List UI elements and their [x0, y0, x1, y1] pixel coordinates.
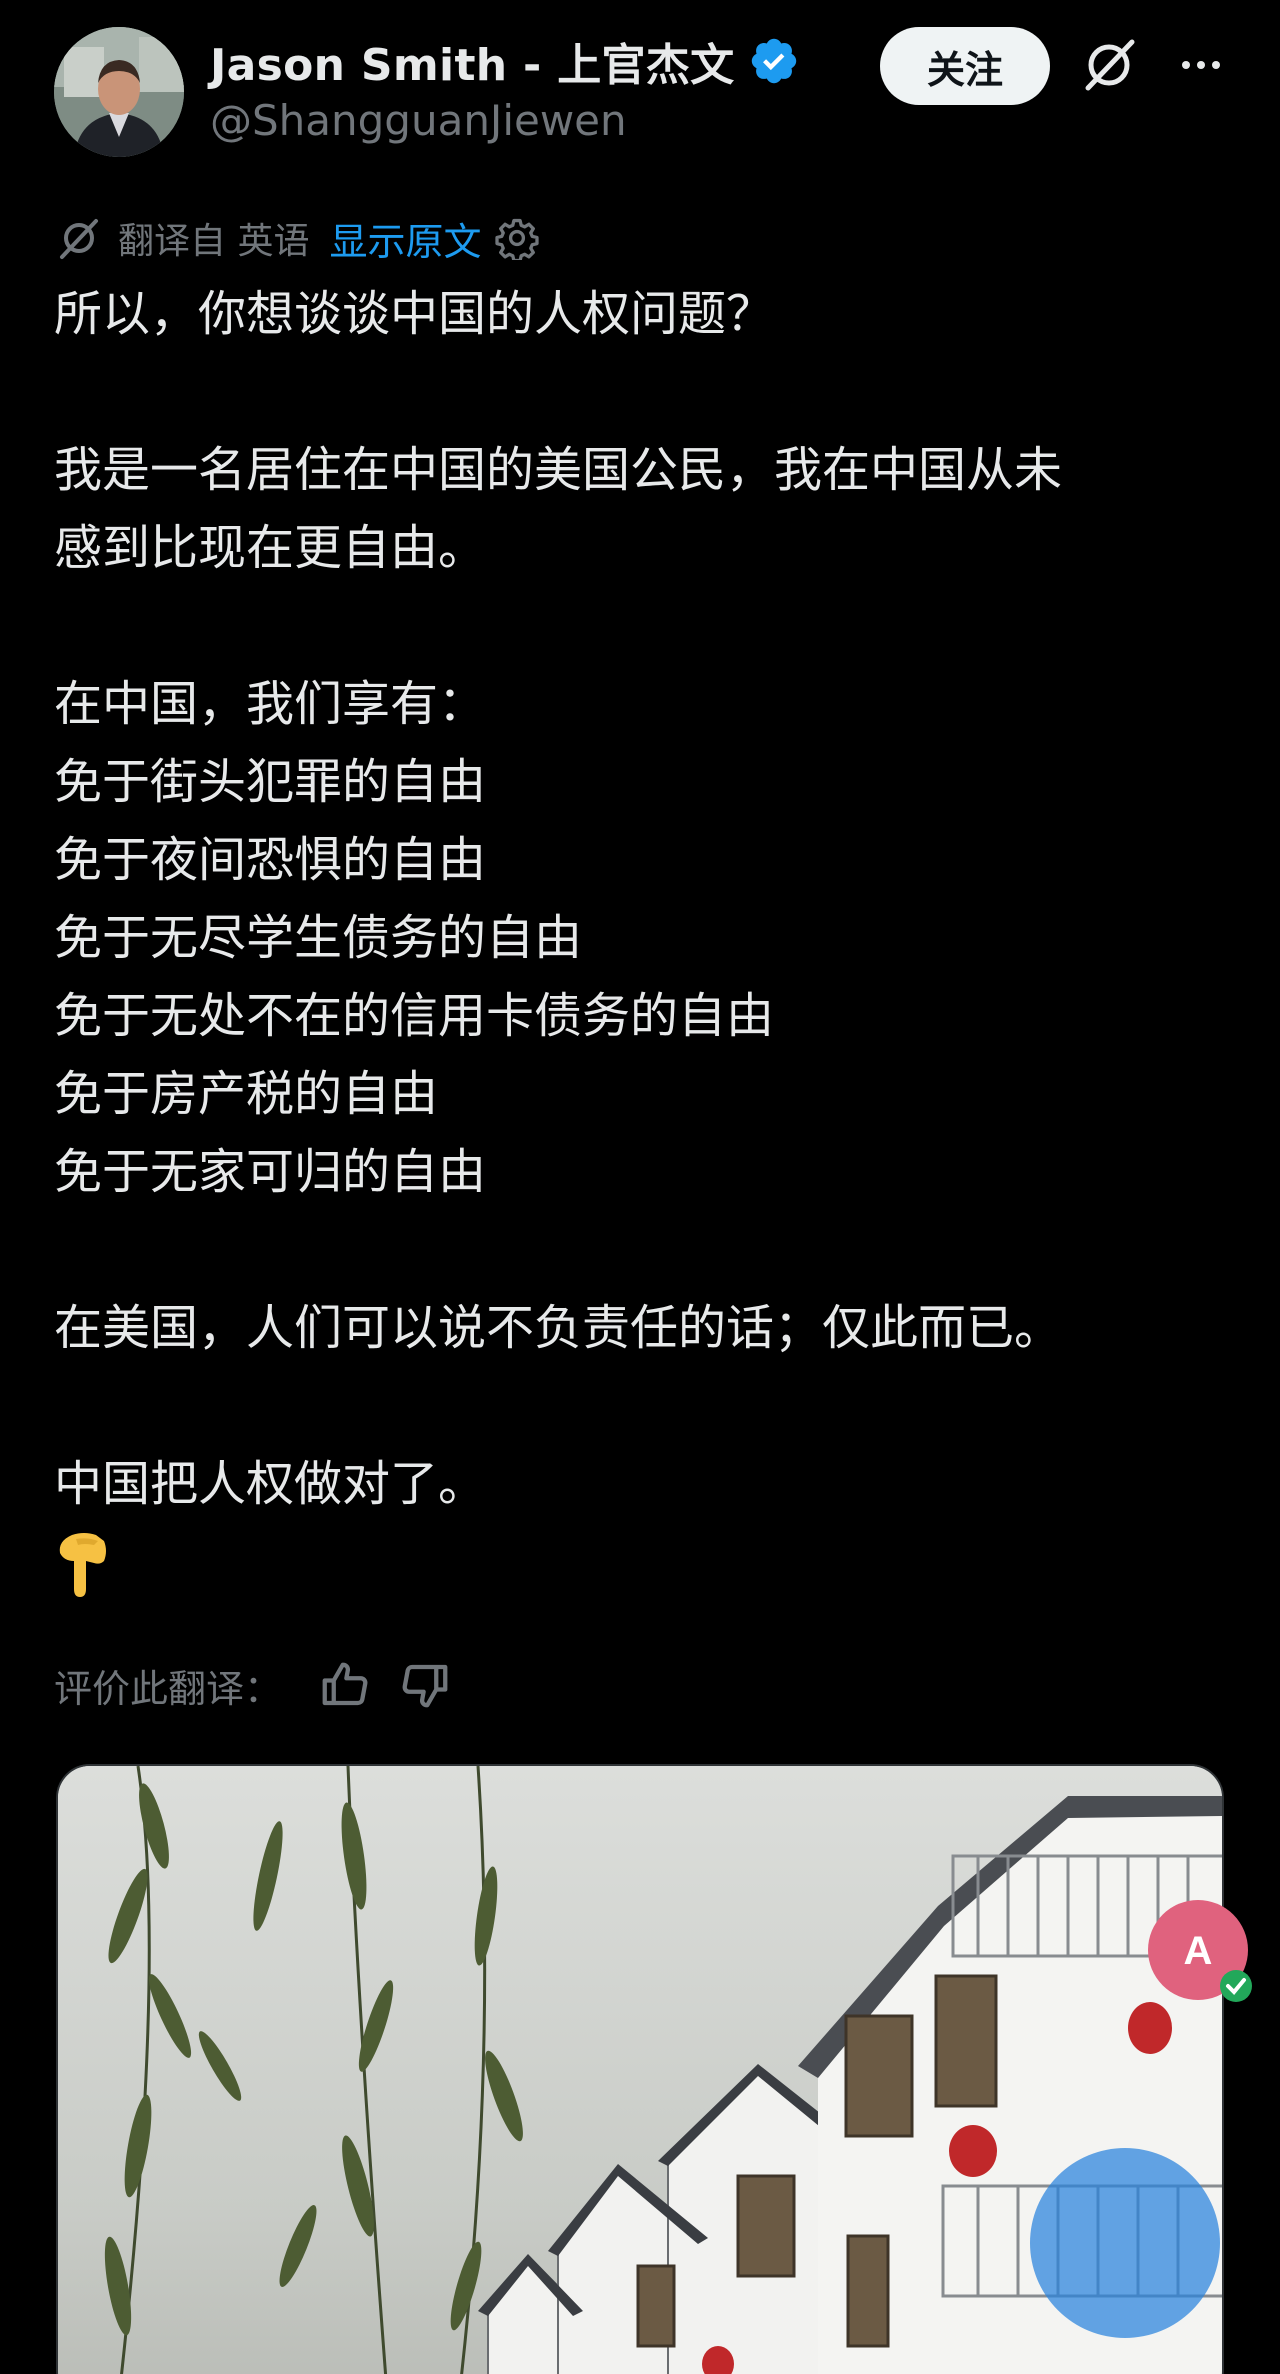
translated-from-label: 翻译自 英语 [118, 221, 310, 262]
thumbs-up-icon[interactable] [318, 1658, 372, 1712]
display-name[interactable]: Jason Smith - 上官杰文 [210, 29, 734, 93]
rate-translation: 评价此翻译： [54, 1650, 452, 1720]
post-line: 感到比现在更自由。 [54, 520, 487, 576]
name-row: Jason Smith - 上官杰文 [210, 28, 800, 94]
pointing-down-emoji-icon [59, 1533, 106, 1597]
verified-badge-icon[interactable] [748, 35, 800, 87]
rate-translation-label: 评价此翻译： [54, 1666, 283, 1711]
avatar[interactable] [54, 27, 184, 157]
post-line: 免于无家可归的自由 [54, 1144, 487, 1200]
thumbs-down-icon[interactable] [398, 1658, 452, 1712]
post-line: 在中国，我们享有： [54, 676, 487, 732]
post-line: 我是一名居住在中国的美国公民，我在中国从未 [54, 442, 1063, 498]
more-icon[interactable] [1168, 32, 1234, 98]
post-line: 在美国，人们可以说不负责任的话；仅此而已。 [54, 1300, 1063, 1356]
post-line: 所以，你想谈谈中国的人权问题？ [54, 286, 775, 342]
post-line: 免于无尽学生债务的自由 [54, 910, 583, 966]
gear-icon[interactable] [495, 216, 540, 260]
grok-icon[interactable] [1076, 32, 1142, 98]
handle[interactable]: @ShangguanJiewen [210, 96, 627, 145]
post-line: 免于无处不在的信用卡债务的自由 [54, 988, 775, 1044]
follow-button[interactable]: 关注 [880, 27, 1050, 105]
show-original-link[interactable]: 显示原文 [329, 211, 481, 266]
post-line: 免于房产税的自由 [54, 1066, 439, 1122]
post-text: 所以，你想谈谈中国的人权问题？ 我是一名居住在中国的美国公民，我在中国从未 感到… [54, 275, 1234, 1601]
translation-info: 翻译自 英语 显示原文 [54, 208, 540, 268]
post-line: 中国把人权做对了。 [54, 1456, 487, 1512]
post-header: Jason Smith - 上官杰文 @ShangguanJiewen 关注 [0, 0, 1280, 190]
translate-assist-icon[interactable]: A [1138, 1890, 1258, 2010]
post-line: 免于夜间恐惧的自由 [54, 832, 487, 888]
avatar-image [54, 27, 184, 157]
post-line: 免于街头犯罪的自由 [54, 754, 487, 810]
svg-text:A: A [1184, 1929, 1213, 1973]
floating-chat-bubble[interactable] [1030, 2148, 1220, 2338]
translate-icon [60, 219, 98, 259]
